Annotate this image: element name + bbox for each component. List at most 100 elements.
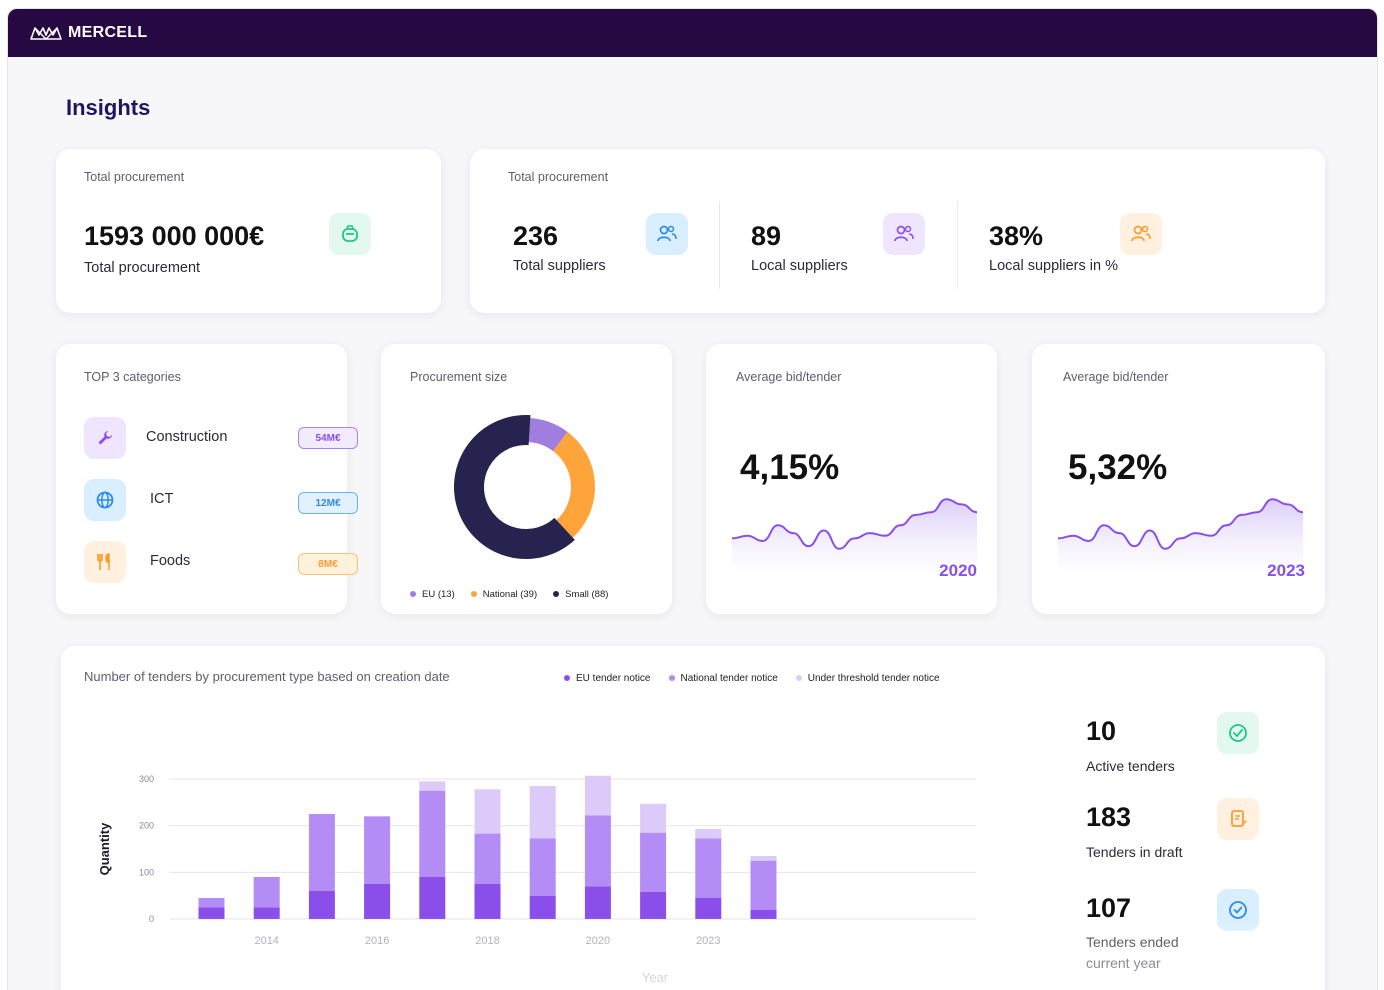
local-suppliers-value: 89: [751, 221, 782, 251]
x-tick-label: 2014: [254, 935, 278, 947]
mercell-logo-icon: [30, 27, 62, 40]
brand-name: MERCELL: [68, 24, 148, 41]
bar-2021-series-2[interactable]: [640, 803, 667, 833]
category-name: Construction: [146, 429, 228, 445]
legend-item-small: Small (88): [553, 589, 608, 600]
total-suppliers-value: 236: [513, 221, 559, 251]
category-amount-badge: 12M€: [298, 492, 358, 514]
y-tick-label: 200: [139, 821, 154, 831]
draft-document-icon: [1217, 798, 1259, 840]
ended-tenders-caption: Tenders ended current year: [1086, 934, 1179, 971]
card-label: Average bid/tender: [1063, 370, 1169, 384]
local-suppliers-percent-caption: Local suppliers in %: [989, 258, 1118, 274]
verified-badge-icon: [1217, 889, 1259, 931]
divider: [957, 201, 958, 289]
wrench-icon: [84, 417, 126, 459]
top-bar: MERCELL: [8, 9, 1377, 57]
card-label: Total procurement: [84, 170, 185, 184]
brand-logo[interactable]: MERCELL: [30, 24, 147, 42]
total-procurement-card: Total procurement 1593 000 000€ Total pr…: [56, 149, 441, 313]
donut-slice-eu[interactable]: [528, 418, 568, 452]
bar-2017-series-2[interactable]: [419, 781, 446, 791]
bar-2016-series-0[interactable]: [364, 884, 391, 919]
bar-2014-series-0[interactable]: [253, 907, 280, 919]
total-procurement-caption: Total procurement: [84, 260, 201, 276]
bar-2020-series-0[interactable]: [584, 886, 611, 919]
legend-item-under-threshold: Under threshold tender notice: [795, 673, 940, 684]
bar-2020-series-2[interactable]: [584, 775, 611, 816]
y-tick-label: 100: [139, 867, 154, 877]
y-tick-label: 0: [149, 914, 154, 924]
local-suppliers-caption: Local suppliers: [751, 258, 848, 274]
local-suppliers-percent-value: 38%: [989, 221, 1044, 251]
fork-knife-icon: [84, 541, 126, 583]
top-categories-card: TOP 3 categories Construction 54M€ ICT 1…: [56, 344, 358, 614]
x-tick-label: 2018: [475, 935, 499, 947]
tenders-bar-chart: 0 100 200 300 Quantity 2014 2016 2018 2020 2023 Ye…: [97, 774, 976, 985]
bar-2023-series-2[interactable]: [750, 856, 777, 861]
category-name: Foods: [150, 553, 191, 569]
category-row-ict[interactable]: ICT 12M€: [84, 479, 358, 521]
bar-2016-series-1[interactable]: [364, 816, 391, 884]
bar-2015-series-0[interactable]: [308, 891, 335, 919]
globe-icon: [84, 479, 126, 521]
bar-2019-series-0[interactable]: [529, 895, 556, 919]
bar-2019-series-1[interactable]: [529, 838, 556, 896]
bar-2018-series-0[interactable]: [474, 884, 501, 919]
bar-2015-series-1[interactable]: [308, 814, 335, 891]
bar-2017-series-1[interactable]: [419, 790, 446, 877]
procurement-size-card: Procurement size EU (13) National (39) S…: [381, 344, 672, 614]
ended-tenders-value: 107: [1086, 893, 1132, 923]
card-label: Procurement size: [410, 370, 508, 384]
draft-tenders-value: 183: [1086, 802, 1132, 832]
bar-2021-series-1[interactable]: [640, 832, 667, 892]
bar-2020-series-1[interactable]: [584, 815, 611, 887]
divider: [719, 201, 720, 289]
bar-2023-series-0[interactable]: [750, 909, 777, 919]
bar-2013-series-0[interactable]: [198, 907, 225, 919]
x-tick-label: 2020: [586, 935, 610, 947]
legend-item-national-tender: National tender notice: [668, 673, 778, 684]
bar-2013-series-1[interactable]: [198, 898, 225, 908]
x-tick-label: 2023: [696, 935, 720, 947]
bar-2018-series-2[interactable]: [474, 789, 501, 834]
y-tick-label: 300: [139, 774, 154, 784]
page-title: Insights: [66, 95, 151, 120]
bar-2018-series-1[interactable]: [474, 833, 501, 884]
tenders-chart-legend: EU tender notice National tender notice …: [564, 673, 940, 684]
average-bid-year: 2020: [939, 561, 977, 580]
category-amount-badge: 8M€: [298, 553, 358, 575]
legend-item-eu: EU (13): [410, 589, 455, 600]
active-tenders-caption: Active tenders: [1086, 758, 1175, 774]
bar-2022-series-1[interactable]: [695, 838, 722, 898]
money-bag-icon: [329, 213, 371, 255]
category-row-construction[interactable]: Construction 54M€: [84, 417, 358, 459]
users-icon: [1120, 213, 1162, 255]
total-procurement-value: 1593 000 000€: [84, 221, 265, 251]
active-tenders-value: 10: [1086, 716, 1117, 746]
average-bid-year: 2023: [1267, 561, 1305, 580]
legend-item-national: National (39): [470, 589, 537, 600]
procurement-size-legend: EU (13) National (39) Small (88): [410, 589, 608, 600]
bar-2021-series-0[interactable]: [640, 891, 667, 919]
users-icon: [646, 213, 688, 255]
category-row-foods[interactable]: Foods 8M€: [84, 541, 358, 583]
bar-2022-series-2[interactable]: [695, 828, 722, 839]
bar-2014-series-1[interactable]: [253, 877, 280, 908]
category-name: ICT: [150, 491, 174, 507]
average-bid-card-1: Average bid/tender 4,15% 2020: [706, 344, 997, 614]
check-circle-icon: [1217, 712, 1259, 754]
bar-2017-series-0[interactable]: [419, 877, 446, 919]
average-bid-value: 5,32%: [1068, 448, 1168, 487]
average-bid-value: 4,15%: [740, 448, 840, 487]
chart-title: Number of tenders by procurement type ba…: [84, 669, 450, 684]
card-label: TOP 3 categories: [84, 370, 181, 384]
y-axis-label: Quantity: [97, 822, 112, 875]
x-axis-label: Year: [642, 970, 669, 985]
average-bid-card-2: Average bid/tender 5,32% 2023: [1032, 344, 1325, 614]
bar-2022-series-0[interactable]: [695, 898, 722, 919]
bar-2023-series-1[interactable]: [750, 860, 777, 910]
bar-2019-series-2[interactable]: [529, 786, 556, 839]
app-window: MERCELL Insights Total procurement 1593 …: [7, 8, 1378, 990]
donut-slice-national[interactable]: [552, 431, 595, 538]
